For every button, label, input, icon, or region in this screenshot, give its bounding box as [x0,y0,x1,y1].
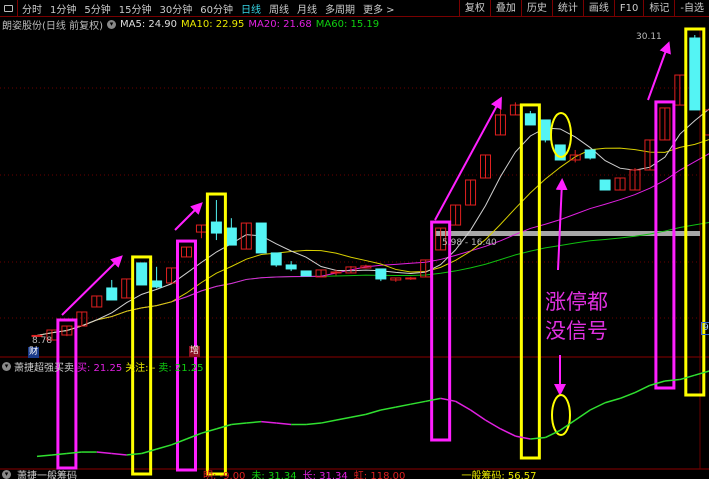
candle-down [300,270,312,277]
indicator-line-segment [410,400,426,405]
bottom-wei: 未: 31.34 [251,471,297,479]
indicator-line-segment [186,432,202,440]
indicator-line-segment [589,402,606,411]
indicator-line-segment [694,370,709,376]
high-price-label: 30.11 [636,32,662,42]
signal-box-yellow [519,103,541,460]
indicator-line-segment [530,436,546,440]
indicator-line-segment [604,397,621,404]
indicator-line-segment [440,397,456,403]
indicator-line-segment [261,420,277,424]
signal-box-magenta [430,220,452,442]
candle-down [539,119,551,141]
indicator-line-segment [126,452,142,456]
ma10-line [36,139,709,336]
indicator-line-segment [111,452,127,456]
indicator-line-segment [365,409,382,416]
annotation-arrow [555,178,568,271]
indicator-line-segment [664,378,680,382]
range-label: 5.98 - 16.40 [442,238,497,248]
candle-down [524,113,536,126]
indicator-line-segment [201,428,217,434]
indicator-line-segment [216,423,232,430]
indicator-line-segment [335,416,352,421]
indicator-line-segment [320,419,337,424]
candle-up [330,271,342,274]
indicator-line-segment [36,454,53,458]
indicator-line-segment [246,420,262,424]
ma5-line [36,108,709,336]
candle-down [689,37,701,111]
candle-down [225,227,237,246]
increase-badge[interactable]: 增 [189,346,201,357]
indicator-sell: 卖: 21.25 [158,363,204,374]
candle-down [136,262,148,286]
indicator-line-segment [156,444,172,450]
bottom-hong: 虹: 118.00 [353,471,406,479]
bottom-chang: 长: 31.34 [302,471,348,479]
indicator-line-segment [306,422,322,426]
candle-down [599,179,611,191]
indicator-line-segment [649,380,666,387]
indicator-line-segment [395,403,411,408]
indicator-header: ▾ 萧捷超强买卖 买: 21.25 关注: - 卖: 21.25 [2,359,204,374]
indicator-line-segment [634,384,651,394]
bottom-dropdown-icon[interactable]: ▾ [2,470,11,479]
bottom-indicator-header: ▾ 萧捷一般筹码 明: -9.00 未: 31.34 长: 31.34 虹: 1… [2,470,537,479]
candle-down [210,221,222,234]
annotation-line-1: 涨停都 [545,290,608,314]
indicator-line-segment [515,435,531,440]
candle-down [584,149,596,159]
indicator-line-segment [350,413,367,418]
signal-box-magenta [56,318,78,470]
kline-chart[interactable] [0,0,709,479]
bottom-chips: 一般筹码: 56.57 [461,471,537,479]
indicator-line-segment [231,422,247,426]
low-price-label: 8.78 [32,336,53,346]
candle-down [106,287,118,301]
indicator-line-segment [51,452,67,456]
indicator-line-segment [470,409,486,421]
indicator-line-segment [276,422,292,426]
indicator-line-segment [66,451,82,455]
candle-down [285,264,297,270]
signal-box-magenta [654,100,676,390]
candle-up [704,109,709,136]
candle-down [151,280,163,288]
bottom-ming: 明: -9.00 [203,471,246,479]
indicator-line-segment [455,400,471,411]
indicator-dropdown-icon[interactable]: ▾ [2,362,11,371]
indicator-buy: 买: 21.25 [77,363,123,374]
candle-down [255,222,267,254]
indicator-line-segment [485,419,501,430]
indicator-name[interactable]: 萧捷超强买卖 [14,359,74,374]
indicator-line-segment [619,391,636,400]
annotation-text: 涨停都 没信号 [545,288,608,346]
indicator-line-segment [380,406,396,411]
finance-badge[interactable]: 财 [28,347,40,358]
indicator-line-segment [96,451,112,455]
axis-badge: 9 [701,322,709,335]
indicator-line-segment [171,438,187,446]
indicator-line-segment [679,374,696,381]
indicator-line-segment [425,397,441,403]
candle-down [375,268,387,280]
annotation-arrow [647,41,671,101]
indicator-line-segment [500,428,516,437]
bottom-indicator-name[interactable]: 萧捷一般筹码 [17,470,77,479]
annotation-line-2: 没信号 [545,319,608,343]
indicator-line-segment [574,409,591,421]
indicator-watch: 关注: - [125,363,156,374]
indicator-line-segment [141,448,157,455]
candle-down [270,252,282,266]
